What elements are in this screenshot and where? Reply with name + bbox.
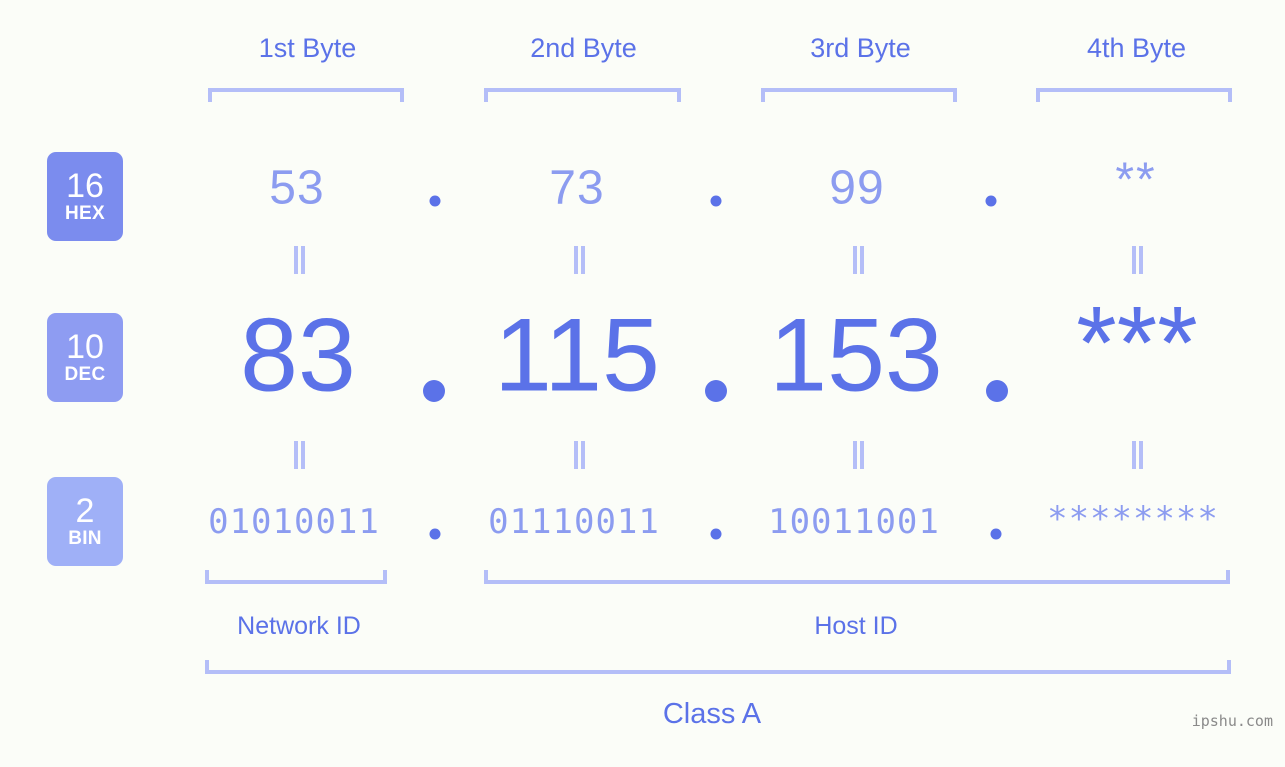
- base-badge-dec: 10 DEC: [47, 313, 123, 402]
- bin-byte-4: ********: [1047, 499, 1219, 539]
- hex-separator-dot-1: [429, 195, 441, 207]
- hex-byte-3: 99: [829, 161, 885, 215]
- equals-icon-6: [571, 441, 587, 469]
- base-badge-hex: 16 HEX: [47, 152, 123, 241]
- hex-byte-4: **: [1115, 153, 1157, 207]
- bin-separator-dot-1: [429, 528, 441, 540]
- dec-byte-3: 153: [769, 297, 943, 414]
- byte-header-label-4: 4th Byte: [1086, 33, 1187, 63]
- ip-class-bracket: [205, 660, 1231, 674]
- base-badge-hex-number: 16: [66, 167, 104, 205]
- watermark: ipshu.com: [1191, 712, 1273, 730]
- equals-icon-7: [850, 441, 866, 469]
- hex-byte-1: 53: [269, 161, 325, 215]
- ip-address-breakdown-diagram: 1st Byte 2nd Byte 3rd Byte 4th Byte 16 H…: [0, 0, 1285, 767]
- bin-byte-2: 01110011: [488, 502, 660, 542]
- dec-separator-dot-2: [705, 380, 727, 402]
- base-badge-bin-number: 2: [75, 492, 95, 530]
- network-id-bracket: [205, 570, 387, 584]
- bin-separator-dot-2: [710, 528, 722, 540]
- hex-separator-dot-3: [985, 195, 997, 207]
- equals-icon-8: [1129, 441, 1145, 469]
- network-id-label: Network ID: [237, 612, 361, 640]
- byte-header-label-3: 3rd Byte: [810, 33, 911, 63]
- hex-separator-dot-2: [710, 195, 722, 207]
- equals-icon-2: [571, 246, 587, 274]
- byte-bracket-top-4: [1036, 88, 1232, 102]
- host-id-bracket: [484, 570, 1230, 584]
- base-badge-hex-name: HEX: [65, 203, 105, 224]
- bin-byte-3: 10011001: [768, 502, 940, 542]
- base-badge-bin-name: BIN: [68, 528, 102, 549]
- byte-bracket-top-1: [208, 88, 404, 102]
- dec-byte-1: 83: [240, 297, 356, 414]
- bin-separator-dot-3: [990, 528, 1002, 540]
- base-badge-bin: 2 BIN: [47, 477, 123, 566]
- equals-icon-5: [291, 441, 307, 469]
- base-badge-dec-name: DEC: [64, 364, 106, 385]
- equals-icon-1: [291, 246, 307, 274]
- base-badge-dec-number: 10: [66, 328, 104, 366]
- byte-header-label-2: 2nd Byte: [530, 33, 637, 63]
- bin-byte-1: 01010011: [208, 502, 380, 542]
- equals-icon-4: [1129, 246, 1145, 274]
- dec-separator-dot-3: [986, 380, 1008, 402]
- host-id-label: Host ID: [814, 612, 898, 640]
- hex-byte-2: 73: [549, 161, 605, 215]
- byte-header-label-1: 1st Byte: [258, 33, 357, 63]
- dec-byte-4: ***: [1076, 285, 1198, 402]
- ip-class-label: Class A: [662, 698, 762, 730]
- equals-icon-3: [850, 246, 866, 274]
- byte-bracket-top-2: [484, 88, 681, 102]
- dec-byte-2: 115: [494, 297, 660, 414]
- byte-bracket-top-3: [761, 88, 957, 102]
- dec-separator-dot-1: [423, 380, 445, 402]
